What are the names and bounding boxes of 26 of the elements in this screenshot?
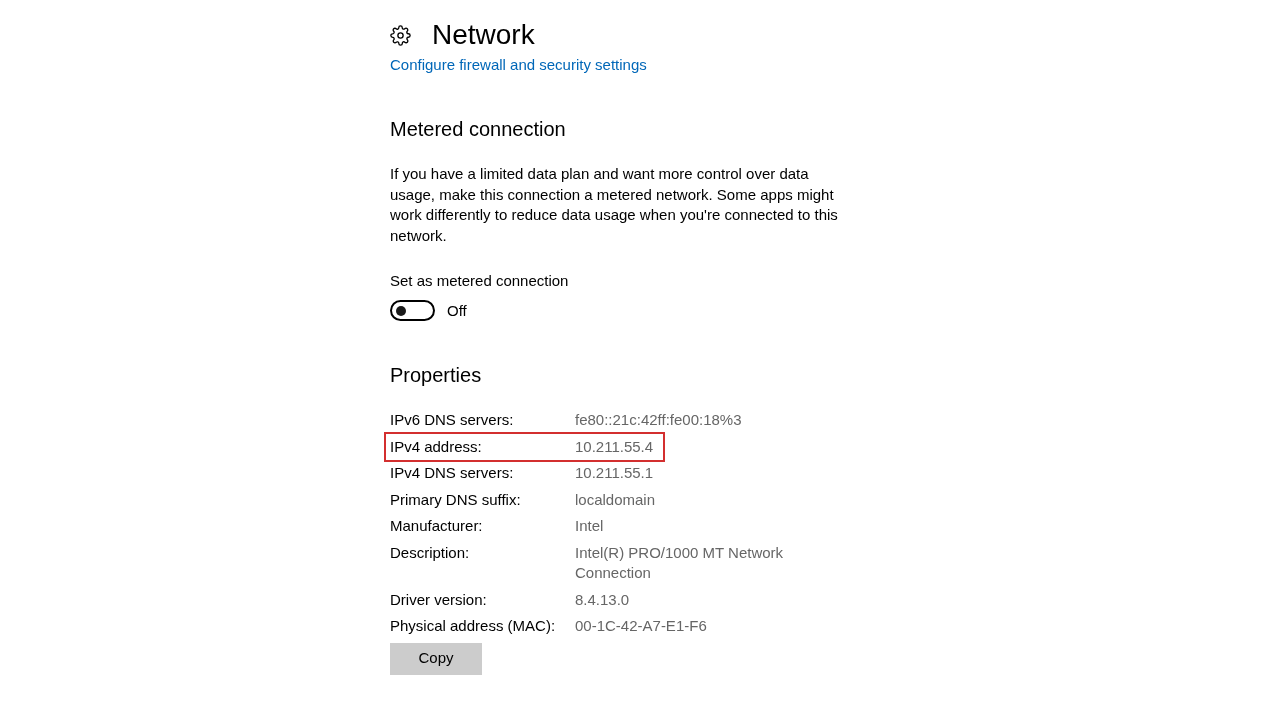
property-label: Description: bbox=[390, 542, 471, 563]
metered-toggle[interactable] bbox=[390, 300, 435, 321]
property-value: localdomain bbox=[575, 489, 656, 510]
property-value: Intel bbox=[575, 516, 604, 536]
firewall-settings-link[interactable]: Configure firewall and security settings bbox=[390, 55, 647, 75]
property-value: Intel(R) PRO/1000 MT Network Connection bbox=[575, 542, 785, 583]
property-label: Manufacturer: bbox=[390, 516, 484, 536]
description-text: If you have a limited data plan and want more control over data usage, make this connection a metered network. Some apps might work differently to reduce data usage when you're connected to this network. bbox=[390, 164, 839, 246]
property-label: IPv6 DNS servers: bbox=[390, 410, 515, 430]
property-label: Primary DNS suffix: bbox=[390, 489, 522, 510]
page-title: Network bbox=[432, 18, 535, 52]
toggle-state-text: Off bbox=[447, 300, 467, 321]
section-heading: Properties bbox=[390, 363, 482, 388]
property-label: IPv4 address: bbox=[390, 436, 483, 457]
property-value: 00-1C-42-A7-E1-F6 bbox=[575, 616, 707, 636]
property-label: IPv4 DNS servers: bbox=[390, 463, 515, 483]
copy-button[interactable]: Copy bbox=[390, 642, 482, 675]
property-value: 10.211.55.1 bbox=[575, 463, 654, 483]
toggle-label: Set as metered connection bbox=[390, 271, 569, 291]
settings-icon bbox=[390, 24, 411, 46]
property-label: Physical address (MAC): bbox=[390, 616, 557, 636]
property-value: 10.211.55.4 bbox=[575, 436, 654, 457]
property-value: 8.4.13.0 bbox=[575, 589, 630, 610]
property-value: fe80::21c:42ff:fe00:18%3 bbox=[575, 410, 742, 430]
property-label: Driver version: bbox=[390, 589, 488, 610]
section-heading: Metered connection bbox=[390, 117, 566, 142]
